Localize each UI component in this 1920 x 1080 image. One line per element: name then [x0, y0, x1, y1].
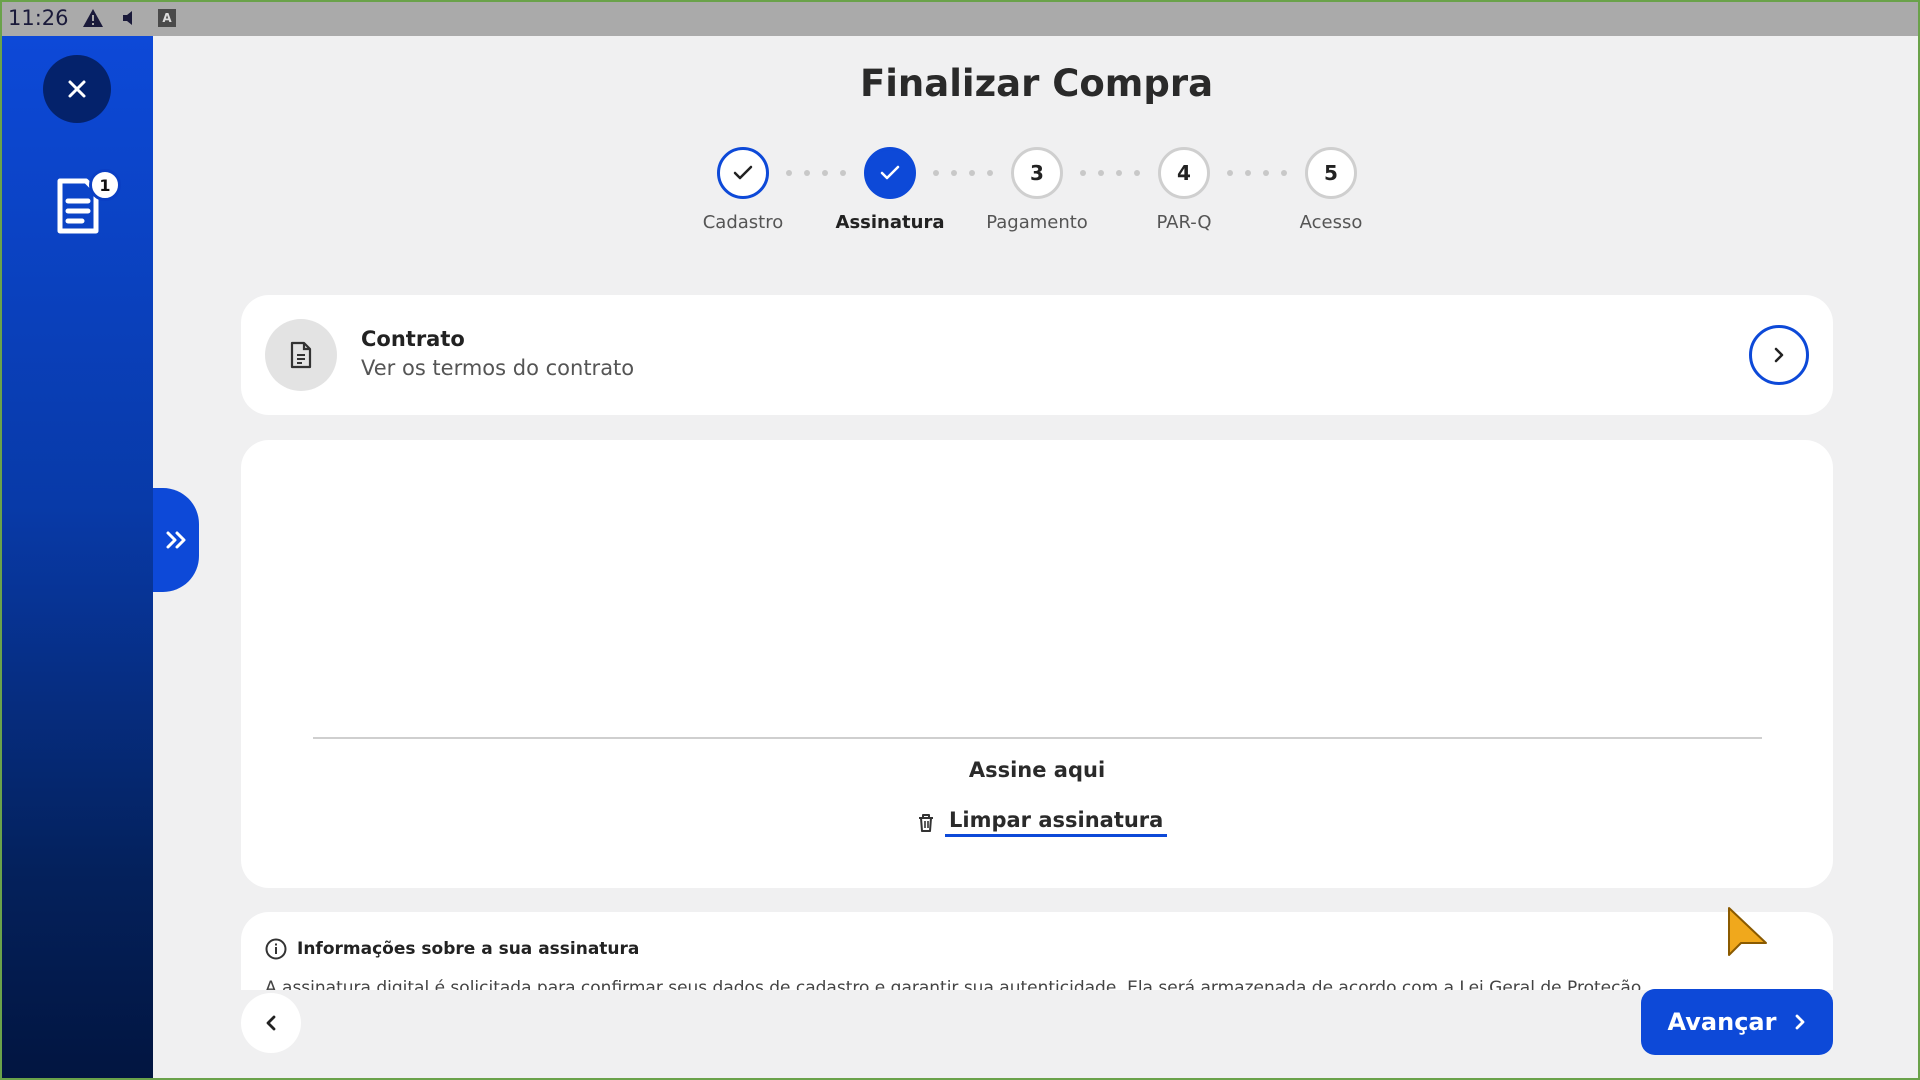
close-icon — [68, 80, 86, 98]
close-button[interactable] — [43, 55, 111, 123]
sidebar: 1 — [0, 36, 153, 1080]
back-button[interactable] — [241, 993, 301, 1053]
info-icon — [265, 938, 287, 960]
chevron-right-icon — [1774, 347, 1784, 363]
check-icon — [733, 165, 753, 180]
step-number: 4 — [1158, 147, 1210, 199]
step-label: Assinatura — [835, 212, 945, 233]
check-icon — [880, 165, 900, 180]
clear-signature-label: Limpar assinatura — [945, 808, 1168, 837]
info-header: Informações sobre a sua assinatura — [265, 938, 639, 960]
app-a-icon: A — [158, 9, 176, 27]
documents-count-badge: 1 — [89, 169, 121, 201]
step-cadastro[interactable]: Cadastro — [668, 147, 818, 233]
double-chevron-right-icon — [166, 531, 186, 549]
status-time: 11:26 — [8, 6, 69, 30]
contract-icon-circle — [265, 319, 337, 391]
open-contract-button[interactable] — [1749, 325, 1809, 385]
clear-signature-button[interactable]: Limpar assinatura — [917, 808, 1168, 837]
trash-icon — [919, 813, 933, 832]
expand-sidebar-button[interactable] — [153, 488, 199, 592]
step-number: 3 — [1011, 147, 1063, 199]
next-button-label: Avançar — [1667, 1008, 1777, 1036]
chevron-left-icon — [266, 1015, 276, 1031]
step-done-circle — [717, 147, 769, 199]
document-icon — [290, 341, 312, 369]
volume-icon — [123, 11, 132, 25]
step-current-circle — [864, 147, 916, 199]
contract-subtitle: Ver os termos do contrato — [361, 356, 635, 380]
signature-label: Assine aqui — [968, 758, 1106, 782]
chevron-right-icon — [1796, 1014, 1805, 1030]
signature-pad[interactable]: Assine aqui Limpar assinatura — [241, 440, 1833, 888]
signature-line — [313, 737, 1762, 739]
contract-title: Contrato — [361, 327, 465, 351]
step-label: Cadastro — [702, 212, 784, 233]
warning-icon — [83, 9, 103, 27]
step-label: Acesso — [1299, 212, 1363, 233]
mouse-cursor-icon — [1728, 907, 1767, 956]
step-pagamento[interactable]: 3 Pagamento — [962, 147, 1112, 233]
next-button[interactable]: Avançar — [1641, 989, 1833, 1055]
step-parq[interactable]: 4 PAR-Q — [1109, 147, 1259, 233]
step-acesso[interactable]: 5 Acesso — [1256, 147, 1406, 233]
step-label: Pagamento — [986, 212, 1088, 233]
info-title: Informações sobre a sua assinatura — [297, 939, 640, 959]
page-title: Finalizar Compra — [859, 62, 1214, 105]
step-label: PAR-Q — [1156, 212, 1212, 233]
step-number: 5 — [1305, 147, 1357, 199]
status-bar: 11:26 A — [0, 0, 1920, 36]
documents-button[interactable]: 1 — [54, 169, 124, 239]
step-assinatura[interactable]: Assinatura — [815, 147, 965, 233]
contract-card[interactable]: Contrato Ver os termos do contrato — [241, 295, 1833, 415]
